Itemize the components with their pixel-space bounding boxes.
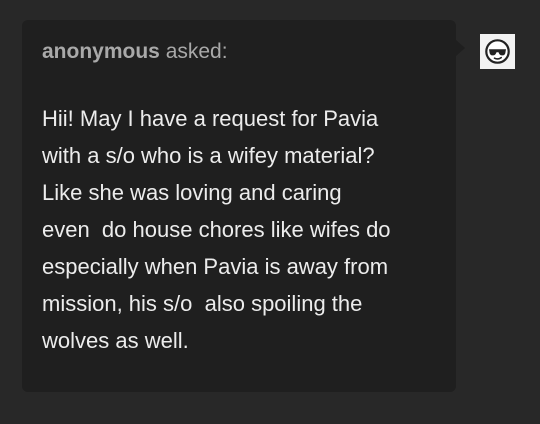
- question-line: Hii! May I have a request for Pavia: [42, 106, 379, 131]
- question-line: Like she was loving and caring: [42, 180, 342, 205]
- ask-card-pointer: [456, 40, 465, 56]
- asked-label: asked:: [165, 40, 228, 63]
- question-text: Hii! May I have a request for Pavia with…: [42, 100, 447, 359]
- question-line: especially when Pavia is away from: [42, 254, 389, 279]
- anonymous-sunglasses-face-icon: [485, 39, 510, 64]
- question-line: mission, his s/o also spoiling the: [42, 291, 363, 316]
- asker-name: anonymous: [42, 40, 160, 63]
- question-line: even do house chores like wifes do: [42, 217, 391, 242]
- avatar[interactable]: [480, 34, 515, 69]
- question-line: with a s/o who is a wifey material?: [42, 143, 375, 168]
- ask-card: anonymous asked: Hii! May I have a reque…: [22, 20, 456, 392]
- question-line: wolves as well.: [42, 328, 189, 353]
- asker-line: anonymous asked:: [42, 39, 228, 65]
